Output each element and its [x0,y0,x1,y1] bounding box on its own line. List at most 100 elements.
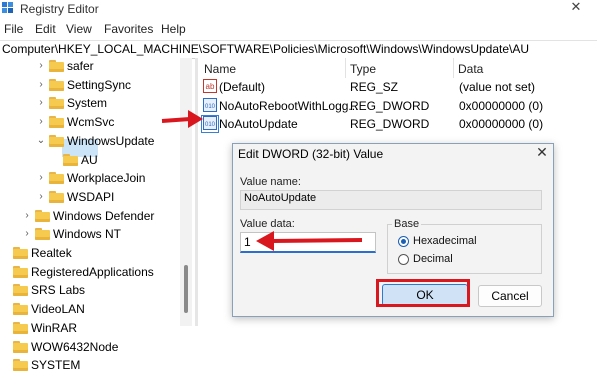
value-name: NoAutoUpdate [219,117,298,131]
value-row[interactable]: 010 NoAutoUpdate REG_DWORD 0x00000000 (0) [198,115,597,133]
menu-favorites[interactable]: Favorites [104,22,153,36]
tree-item-label: Windows Defender [53,208,155,223]
red-arrow-to-value [161,110,203,128]
chevron-right-icon[interactable]: › [36,98,46,108]
chevron-right-icon[interactable]: › [36,61,46,71]
folder-icon [49,172,64,185]
column-divider[interactable] [345,58,346,78]
tree-item-label: safer [67,59,94,73]
tree-item-label: System [67,96,108,111]
red-arrow-to-value-data [256,231,363,251]
value-name: NoAutoRebootWithLogg... [219,98,359,113]
tree-item[interactable]: › SettingSync [0,77,180,95]
folder-icon [63,153,78,166]
tree-item[interactable]: › WSDAPI [0,189,180,207]
menu-help[interactable]: Help [161,22,186,36]
value-data-text[interactable]: 1 [244,235,251,249]
chevron-right-icon[interactable]: › [36,79,46,90]
base-groupbox [387,224,542,274]
tree-item[interactable]: › WorkplaceJoin [0,170,180,188]
tree-item-label: Realtek [31,246,72,260]
value-data-label: Value data: [240,218,295,230]
tree-item-label: WindowsUpdate [67,133,155,148]
column-header-name[interactable]: Name [204,62,236,76]
tree-item[interactable]: › Windows NT [0,226,180,244]
folder-icon [13,284,28,297]
tree-item-label: WOW6432Node [31,339,119,354]
string-value-icon: ab [203,79,217,93]
tree-item-label: SettingSync [67,77,132,92]
chevron-right-icon[interactable]: › [36,191,46,202]
tree-item-label: WorkplaceJoin [67,171,146,186]
column-divider[interactable] [453,58,454,78]
folder-icon [49,97,64,110]
tree-item-label: SYSTEM [31,358,81,373]
menu-file[interactable]: File [4,22,23,36]
decimal-label[interactable]: Decimal [413,253,453,265]
svg-text:010: 010 [205,104,216,110]
column-header-type[interactable]: Type [350,62,376,76]
value-row[interactable]: 010 NoAutoRebootWithLogg... REG_DWORD 0x000… [198,97,597,115]
folder-icon [13,265,28,278]
tree-item-label: WinRAR [31,320,78,335]
tree-item-label: WcmSvc [67,115,115,130]
tree-item[interactable]: WOW6432Node [0,339,180,357]
column-header-data[interactable]: Data [458,62,483,76]
folder-icon [49,116,64,129]
tree-item[interactable]: SRS Labs [0,282,180,300]
chevron-right-icon[interactable]: › [22,229,32,239]
folder-icon [49,190,64,203]
folder-icon [49,78,64,91]
tree-item[interactable]: VideoLAN [0,301,180,319]
folder-icon [49,134,64,147]
tree-item[interactable]: › safer [0,58,180,76]
dword-value-icon: 010 [203,97,217,112]
value-type: REG_SZ [350,80,399,94]
value-type: REG_DWORD [350,98,430,113]
base-label: Base [392,218,422,230]
menu-edit[interactable]: Edit [35,22,56,36]
chevron-right-icon[interactable]: › [36,117,46,127]
folder-icon [13,359,28,372]
dialog-title: Edit DWORD (32-bit) Value [238,147,384,161]
window-close-icon[interactable]: ✕ [566,0,586,17]
hexadecimal-label[interactable]: Hexadecimal [413,235,477,247]
dialog-close-icon[interactable]: ✕ [534,144,550,161]
chevron-right-icon[interactable]: › [22,210,32,221]
value-data: 0x00000000 (0) [459,98,544,113]
decimal-radio[interactable] [398,254,409,265]
tree-item[interactable]: › Windows Defender [0,208,180,226]
folder-icon [35,228,50,241]
window-title: Registry Editor [20,2,99,16]
hexadecimal-radio[interactable] [398,236,409,247]
tree-item[interactable]: Realtek [0,245,180,263]
tree-item-label: VideoLAN [31,302,85,317]
value-data: (value not set) [459,80,536,94]
tree-item-label: WSDAPI [67,189,115,204]
value-row[interactable]: ab (Default) REG_SZ (value not set) [198,78,597,96]
tree-item[interactable]: › System [0,95,180,113]
value-type: REG_DWORD [350,117,430,131]
address-path[interactable]: Computer\HKEY_LOCAL_MACHINE\SOFTWARE\Pol… [2,42,529,56]
tree-scrollbar-thumb[interactable] [184,265,188,313]
cancel-button[interactable]: Cancel [478,285,542,307]
tree-item[interactable]: › WcmSvc [0,114,180,132]
folder-icon [13,303,28,316]
tree-item-label: AU [81,152,98,167]
value-data: 0x00000000 (0) [459,117,544,131]
folder-icon [13,321,28,334]
tree-item[interactable]: ⌄ WindowsUpdate [0,133,180,151]
value-name-text: NoAutoUpdate [244,192,317,204]
tree-item[interactable]: AU [0,152,180,170]
menu-view[interactable]: View [66,22,92,36]
tree-item-label: SRS Labs [31,283,86,298]
value-name-label: Value name: [240,176,301,188]
folder-icon [13,247,28,259]
registry-editor-icon [2,2,13,13]
chevron-down-icon[interactable]: ⌄ [36,135,46,146]
chevron-right-icon[interactable]: › [36,173,46,183]
tree-item[interactable]: RegisteredApplications [0,264,180,282]
folder-icon [35,209,50,222]
tree-item[interactable]: WinRAR [0,320,180,338]
tree-item[interactable]: SYSTEM [0,357,180,375]
